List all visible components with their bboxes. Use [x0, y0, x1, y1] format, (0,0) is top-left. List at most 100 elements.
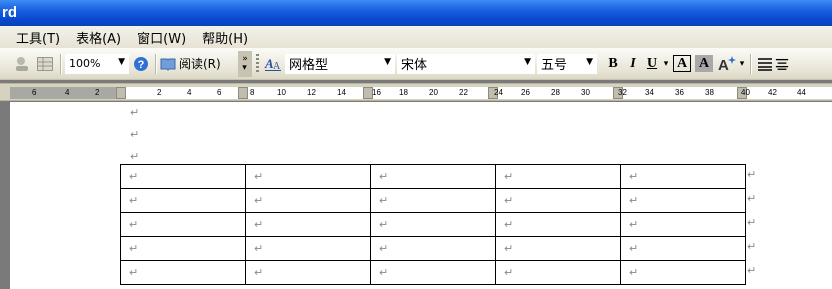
window-title: rd: [2, 4, 17, 21]
styles-pane-icon[interactable]: AA: [263, 53, 283, 75]
italic-button[interactable]: I: [623, 53, 643, 75]
table-cell[interactable]: ↵: [620, 188, 746, 213]
table-row: ↵ ↵ ↵ ↵ ↵: [120, 260, 746, 285]
text-effects-icon[interactable]: A: [716, 53, 738, 75]
table-cell[interactable]: ↵: [495, 164, 621, 189]
char-border-button[interactable]: A: [673, 55, 691, 72]
ruler-label: 24: [494, 88, 503, 97]
ruler-label: 36: [675, 88, 684, 97]
table-cell[interactable]: ↵: [245, 260, 371, 285]
row-end-mark: ↵: [747, 240, 757, 253]
underline-button[interactable]: U: [643, 53, 661, 75]
ruler-label: 38: [705, 88, 714, 97]
window-title-bar[interactable]: rd: [0, 0, 832, 26]
table-cell[interactable]: ↵: [245, 188, 371, 213]
font-size-value: 五号: [541, 58, 568, 73]
table-cell[interactable]: ↵: [620, 212, 746, 237]
ruler-label: 14: [337, 88, 346, 97]
ruler-label: 26: [521, 88, 530, 97]
table-cell[interactable]: ↵: [495, 236, 621, 261]
table-cell[interactable]: ↵: [620, 164, 746, 189]
table-cell[interactable]: ↵: [370, 236, 496, 261]
row-end-mark: ↵: [747, 264, 757, 277]
toolbar-separator: [155, 53, 156, 74]
ruler-label: 6: [32, 88, 37, 97]
ruler-label: 16: [372, 88, 381, 97]
document-table: ↵ ↵ ↵ ↵ ↵ ↵ ↵ ↵ ↵ ↵ ↵ ↵ ↵ ↵ ↵ ↵ ↵ ↵ ↵ ↵ ↵ ↵ ↵ ↵ ↵: [120, 164, 746, 285]
table-cell[interactable]: ↵: [370, 212, 496, 237]
row-end-mark: ↵: [747, 216, 757, 229]
text-effects-options-icon[interactable]: ▾: [738, 53, 746, 75]
bold-button[interactable]: B: [603, 53, 623, 75]
chevron-down-icon: ▼: [524, 56, 531, 67]
zoom-select[interactable]: 100% ▼: [65, 53, 129, 74]
table-body: ↵ ↵ ↵ ↵ ↵ ↵ ↵ ↵ ↵ ↵ ↵ ↵ ↵ ↵ ↵ ↵ ↵ ↵ ↵ ↵ ↵ ↵ ↵ ↵ ↵: [120, 164, 746, 285]
ruler-label: 18: [399, 88, 408, 97]
ruler-label: 4: [65, 88, 70, 97]
ruler-label: 20: [429, 88, 438, 97]
table-row: ↵ ↵ ↵ ↵ ↵: [120, 236, 746, 261]
table-cell[interactable]: ↵: [620, 236, 746, 261]
table-grid-icon[interactable]: [34, 53, 56, 75]
font-select[interactable]: 宋体 ▼: [397, 53, 535, 74]
style-value: 网格型: [289, 58, 329, 73]
table-cell[interactable]: ↵: [495, 260, 621, 285]
table-cell[interactable]: ↵: [245, 212, 371, 237]
menu-table[interactable]: 表格(A): [76, 28, 121, 47]
table-row: ↵ ↵ ↵ ↵ ↵: [120, 188, 746, 213]
toolbar-grip[interactable]: [256, 53, 259, 74]
row-end-mark: ↵: [747, 192, 757, 205]
menu-help[interactable]: 帮助(H): [202, 28, 248, 47]
ruler-label: 10: [277, 88, 286, 97]
horizontal-ruler[interactable]: 6 4 2 2 4 6 8 10 12 14 16 18 20 22 24 26…: [0, 83, 832, 101]
align-justify-icon[interactable]: [755, 53, 775, 75]
svg-text:A: A: [718, 57, 729, 73]
font-size-select[interactable]: 五号 ▼: [537, 53, 597, 74]
table-cell[interactable]: ↵: [245, 236, 371, 261]
read-button[interactable]: 阅读(R): [160, 53, 232, 75]
ruler-label: 40: [741, 88, 750, 97]
paragraph-mark: ↵: [130, 106, 140, 119]
align-center-icon[interactable]: [775, 53, 789, 75]
table-cell[interactable]: ↵: [120, 212, 246, 237]
table-cell[interactable]: ↵: [370, 188, 496, 213]
table-cell[interactable]: ↵: [495, 188, 621, 213]
style-select[interactable]: 网格型 ▼: [285, 53, 395, 74]
ruler-column-marker[interactable]: [238, 87, 248, 99]
table-cell[interactable]: ↵: [370, 260, 496, 285]
toolbar-options-icon[interactable]: » ▾: [238, 50, 252, 77]
ruler-label: 30: [581, 88, 590, 97]
table-cell[interactable]: ↵: [495, 212, 621, 237]
table-cell[interactable]: ↵: [120, 260, 246, 285]
document-area: ↵ ↵ ↵ ↵ ↵ ↵ ↵ ↵ ↵ ↵ ↵ ↵ ↵ ↵ ↵ ↵ ↵ ↵ ↵ ↵ ↵ ↵ ↵ ↵ ↵ ↵ ↵ ↵ ↵ ↵ ↵ ↵ …: [0, 102, 832, 289]
table-cell[interactable]: ↵: [620, 260, 746, 285]
read-button-label: 阅读(R): [179, 57, 221, 71]
toolbar-separator: [750, 53, 751, 74]
char-shading-button[interactable]: A: [695, 55, 713, 72]
toolbar-separator: [60, 53, 61, 74]
table-cell[interactable]: ↵: [370, 164, 496, 189]
table-cell[interactable]: ↵: [120, 188, 246, 213]
table-cell[interactable]: ↵: [245, 164, 371, 189]
table-cell[interactable]: ↵: [120, 164, 246, 189]
menu-tools[interactable]: 工具(T): [16, 28, 60, 47]
ruler-label: 2: [95, 88, 100, 97]
table-row: ↵ ↵ ↵ ↵ ↵: [120, 212, 746, 237]
document-page[interactable]: ↵ ↵ ↵ ↵ ↵ ↵ ↵ ↵ ↵ ↵ ↵ ↵ ↵ ↵ ↵ ↵ ↵ ↵ ↵ ↵ ↵ ↵ ↵ ↵ ↵ ↵ ↵ ↵ ↵ ↵ ↵ ↵ …: [10, 102, 832, 289]
ruler-label: 42: [768, 88, 777, 97]
ruler-label: 22: [459, 88, 468, 97]
table-cell[interactable]: ↵: [120, 236, 246, 261]
chevron-down-icon: ▼: [384, 56, 391, 67]
ruler-label: 28: [551, 88, 560, 97]
help-icon[interactable]: ?: [131, 53, 151, 75]
paragraph-mark: ↵: [130, 150, 140, 163]
menu-window[interactable]: 窗口(W): [137, 28, 186, 47]
research-icon[interactable]: [12, 53, 34, 75]
ruler-label: 2: [157, 88, 162, 97]
book-icon: [160, 58, 176, 71]
ruler-column-marker[interactable]: [116, 87, 126, 99]
underline-options-icon[interactable]: ▾: [661, 53, 671, 75]
ruler-label: 8: [250, 88, 255, 97]
menu-bar: 工具(T) 表格(A) 窗口(W) 帮助(H): [0, 26, 832, 48]
toolbar: 100% ▼ ? 阅读(R) » ▾ AA 网格型 ▼ 宋体 ▼ 五号 ▼ B I…: [0, 48, 832, 80]
